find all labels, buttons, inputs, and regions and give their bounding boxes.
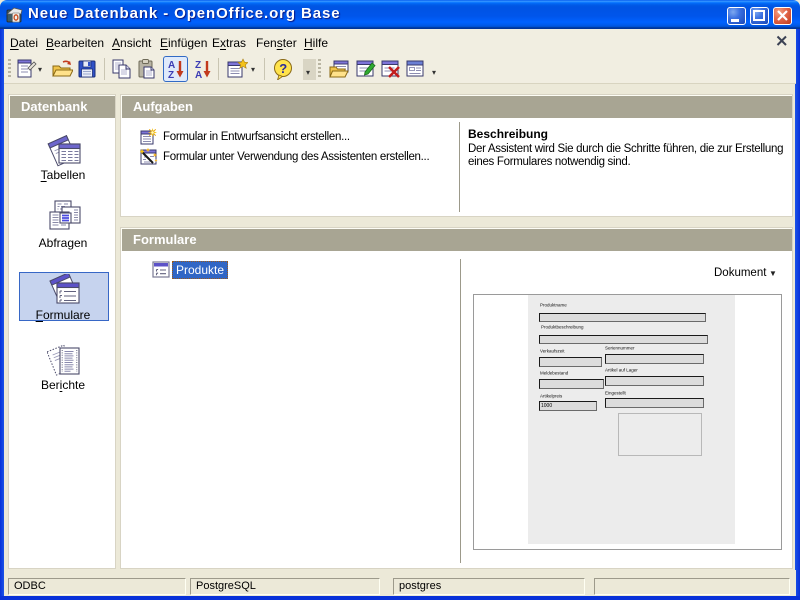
svg-text:?: ? bbox=[279, 61, 287, 76]
svg-text:A: A bbox=[195, 70, 202, 80]
svg-text:Z: Z bbox=[168, 70, 174, 80]
